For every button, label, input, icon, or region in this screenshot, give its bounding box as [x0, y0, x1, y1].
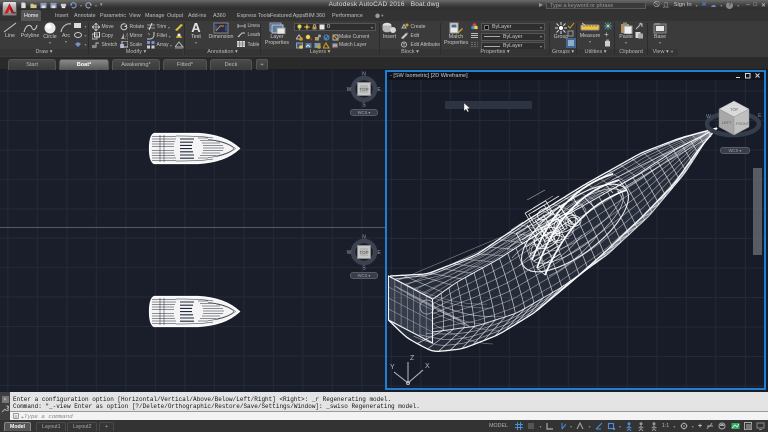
svg-text:TOP: TOP: [730, 107, 739, 112]
svg-text:FRONT: FRONT: [736, 122, 750, 126]
svg-text:W: W: [706, 114, 711, 120]
svg-text:LEFT: LEFT: [722, 121, 732, 125]
svg-text:X: X: [425, 363, 430, 370]
svg-text:Z: Z: [410, 355, 415, 362]
svg-text:Y: Y: [390, 364, 395, 371]
svg-text:E: E: [758, 113, 762, 119]
